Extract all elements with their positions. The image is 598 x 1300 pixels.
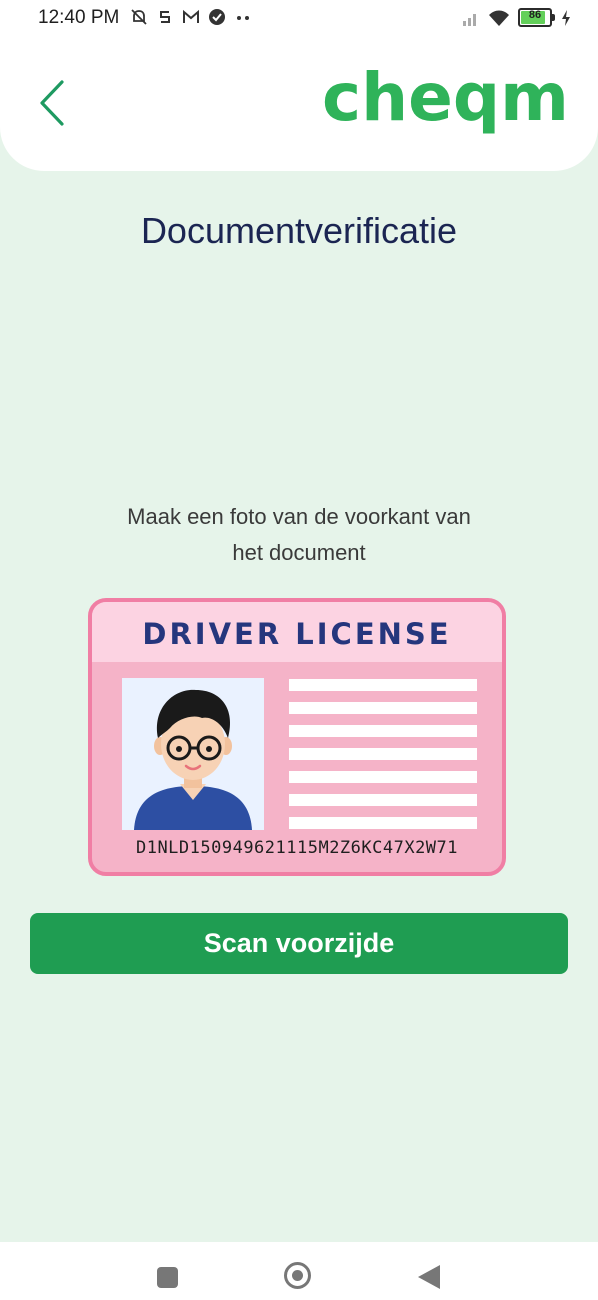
system-nav-bar	[0, 1242, 598, 1300]
instruction-text: Maak een foto van de voorkant van het do…	[99, 499, 499, 571]
license-text-line	[289, 725, 477, 737]
recent-apps-icon[interactable]	[157, 1267, 178, 1288]
battery-icon: 86	[518, 8, 555, 27]
driver-license-illustration: DRIVER LICENSE D1NLD150949621115M2Z6KC47…	[88, 598, 506, 876]
app-header: cheqm	[0, 38, 598, 171]
chevron-left-icon	[40, 80, 64, 126]
more-dots-icon	[237, 16, 249, 20]
battery-level: 86	[528, 9, 542, 21]
wifi-icon	[489, 10, 509, 26]
license-photo	[122, 678, 264, 830]
back-button[interactable]	[32, 78, 76, 128]
logo-text: cheqm	[322, 60, 569, 136]
license-text-line	[289, 794, 477, 806]
person-avatar-icon	[134, 689, 252, 830]
license-number: D1NLD150949621115M2Z6KC47X2W71	[135, 838, 459, 858]
s-app-icon	[160, 11, 170, 23]
scan-front-button[interactable]: Scan voorzijde	[30, 913, 568, 974]
status-icons-left	[130, 8, 252, 26]
license-text-line	[289, 748, 477, 760]
status-icons-right: 86	[462, 8, 572, 27]
license-text-lines	[289, 679, 477, 840]
battery-tip	[552, 14, 555, 21]
instruction-line-1: Maak een foto van de voorkant van	[127, 504, 471, 529]
license-text-line	[289, 702, 477, 714]
home-icon-inner	[292, 1270, 303, 1281]
license-text-line	[289, 679, 477, 691]
status-time: 12:40 PM	[38, 7, 120, 28]
check-circle-icon	[209, 9, 225, 25]
charging-icon	[562, 9, 570, 26]
cheqm-logo: cheqm	[322, 60, 569, 136]
license-header: DRIVER LICENSE	[92, 602, 502, 662]
page-title: Documentverificatie	[140, 210, 458, 251]
back-icon[interactable]	[418, 1265, 440, 1289]
signal-icon	[463, 13, 476, 26]
gmail-icon	[183, 9, 199, 23]
notifications-off-icon	[131, 9, 147, 25]
license-text-line	[289, 817, 477, 829]
home-icon[interactable]	[284, 1262, 311, 1289]
instruction-line-2: het document	[232, 540, 366, 565]
status-bar: 12:40 PM 86	[0, 0, 598, 38]
license-text-line	[289, 771, 477, 783]
